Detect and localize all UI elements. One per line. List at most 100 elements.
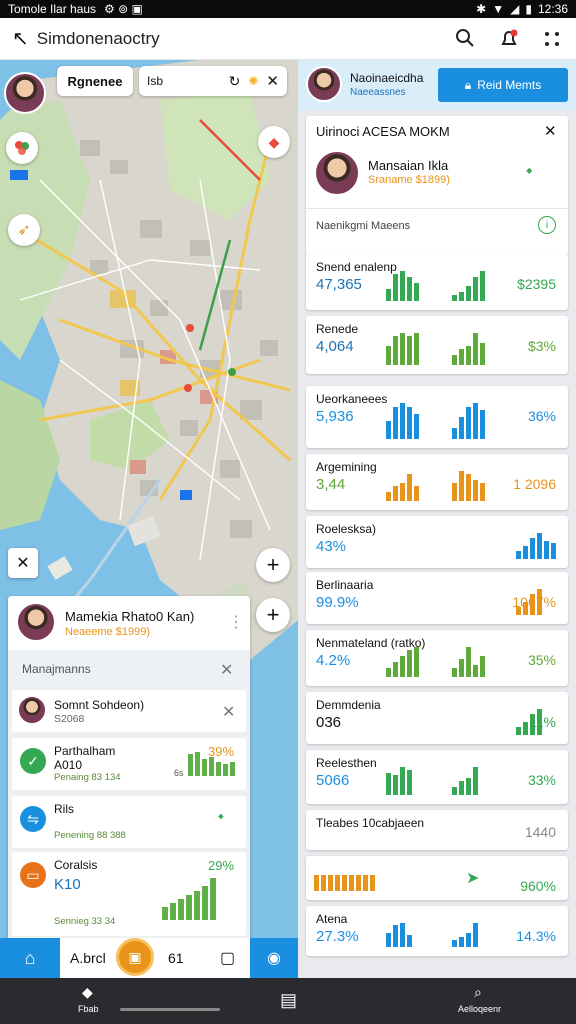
nav-diamond-icon[interactable]: ◆ xyxy=(82,984,93,1001)
home-indicator[interactable] xyxy=(120,1008,220,1011)
stat-value: 4,064 xyxy=(316,338,354,355)
nav-label[interactable]: A.brcl xyxy=(70,950,106,966)
profile-avatar xyxy=(16,602,56,642)
search-icon[interactable]: ⌕ xyxy=(474,984,482,1001)
trend-icon: ➤ xyxy=(466,870,480,887)
nav-number[interactable]: 61 xyxy=(168,950,184,966)
stat-row[interactable]: Snend enalenp 47,365 $2395 xyxy=(306,254,568,310)
search-bar[interactable]: ↖ Simdonenaoctry xyxy=(0,18,576,60)
spark-bar xyxy=(202,886,208,920)
bar xyxy=(459,659,464,677)
stat-label: Tleabes 10cabjaeen xyxy=(316,816,425,830)
square-icon[interactable]: ▢ xyxy=(220,948,235,968)
signal-icon: ◢ xyxy=(510,2,520,16)
stat-row[interactable]: Argemining 3,44 1 2096 xyxy=(306,454,568,510)
tag-icon[interactable]: ⬩ xyxy=(526,160,532,181)
home-tab[interactable]: ⌂ xyxy=(0,938,60,978)
metric-card[interactable]: ⇋ Rils Penening 88 388 ⬩ xyxy=(12,796,246,848)
section-label: Manajmanns xyxy=(22,662,91,676)
locate-button[interactable]: ✕ xyxy=(8,548,38,578)
stat-row[interactable]: Reelesthen 5066 33% xyxy=(306,750,568,804)
tag-icon[interactable]: ⬩ xyxy=(218,808,224,826)
stat-row[interactable]: 960% ➤ xyxy=(306,856,568,900)
bar xyxy=(466,778,471,795)
spark-bar xyxy=(162,907,168,920)
poi-button[interactable]: ◆ xyxy=(258,126,290,158)
metric-value: K10 xyxy=(54,876,81,893)
contact-card[interactable]: Somnt Sohdeon) S2068 ✕ xyxy=(12,690,246,732)
close-icon[interactable]: ✕ xyxy=(266,72,279,90)
header-name: Naoinaeicdha xyxy=(350,71,424,85)
stat-bars-primary xyxy=(386,271,419,301)
back-arrow-icon[interactable]: ↖ xyxy=(12,26,29,51)
layer-chip[interactable]: Rgnenee xyxy=(57,66,133,96)
map-filter-chip[interactable]: Isb ↻ ✺ ✕ xyxy=(139,66,287,96)
stat-row[interactable]: Renede 4,064 $3% xyxy=(306,316,568,374)
stat-value: 5,936 xyxy=(316,408,354,425)
bar xyxy=(400,767,405,795)
metric-icon: ✓ xyxy=(20,748,46,774)
zoom-in-button[interactable]: + xyxy=(256,548,290,582)
stat-row[interactable]: Atena 27.3% 14.3% xyxy=(306,906,568,956)
more-vert-icon[interactable]: ⋮ xyxy=(228,612,244,632)
center-action-button[interactable]: ▣ xyxy=(116,938,154,976)
bar xyxy=(414,413,419,439)
stat-row[interactable]: Berlinaaria99.9%1067% xyxy=(306,572,568,624)
bar xyxy=(544,540,549,559)
metric-card[interactable]: ▭ Coralsis K10 Sennieg 33 34 29% xyxy=(12,852,246,936)
bar xyxy=(480,271,485,301)
more-icon[interactable] xyxy=(540,28,564,50)
close-icon[interactable]: ✕ xyxy=(222,702,235,722)
notification-bell-icon[interactable] xyxy=(498,28,520,50)
header-action-button[interactable]: 🔒︎ Reid Memts xyxy=(438,68,568,102)
poi-colors-button[interactable] xyxy=(6,132,38,164)
compass-button[interactable]: ➶ xyxy=(8,214,40,246)
metric-sparkbars xyxy=(162,878,216,920)
stat-bars-primary xyxy=(386,923,412,947)
bar xyxy=(386,421,391,439)
stat-label: Berlinaaria xyxy=(316,578,374,592)
stat-label: Renede xyxy=(316,322,359,336)
status-text: Tomole Ilar haus xyxy=(8,2,97,16)
sysnav-left-label[interactable]: Fbab xyxy=(78,1004,99,1014)
metric-prefix: 6s xyxy=(174,768,184,778)
profile-card[interactable]: Mamekia Rhato0 Kan) Neaeeme $1999) ⋮ xyxy=(8,596,250,650)
clock: 12:36 xyxy=(537,2,568,16)
map-layer-tab[interactable]: ◉ xyxy=(250,938,298,978)
left-bottom-sheet[interactable]: Mamekia Rhato0 Kan) Neaeeme $1999) ⋮ Man… xyxy=(8,596,250,938)
search-icon[interactable] xyxy=(455,28,475,48)
spark-bar xyxy=(186,894,192,920)
sysnav-right-label[interactable]: Aelloqeenr xyxy=(458,1004,501,1014)
stat-pct: 1 2096 xyxy=(513,476,556,492)
info-icon[interactable]: i xyxy=(538,216,556,234)
bar xyxy=(386,668,391,677)
metric-card[interactable]: ✓ Parthalham A010 Penaing 83 134 39% 6s xyxy=(12,738,246,790)
metric-icon: ⇋ xyxy=(20,806,46,832)
contact-avatar xyxy=(18,696,46,724)
bar xyxy=(407,406,412,439)
stat-row[interactable]: Nenmateland (ratko) 4.2% 35% xyxy=(306,630,568,686)
detail-card: Uirinoci ACESA MOKM ✕ Mansaian Ikla Sran… xyxy=(306,116,568,256)
bar xyxy=(321,874,326,891)
close-icon[interactable]: ✕ xyxy=(220,660,233,680)
stat-row[interactable]: Demmdenia 036 11% xyxy=(306,692,568,744)
stat-row[interactable]: Ueorkaneees 5,936 36% xyxy=(306,386,568,448)
refresh-icon[interactable]: ↻ xyxy=(229,73,241,90)
user-avatar-map[interactable] xyxy=(4,72,46,114)
metric-sparkbars xyxy=(188,752,235,776)
bar xyxy=(452,668,457,677)
spark-bar xyxy=(194,890,200,920)
bar xyxy=(400,923,405,947)
add-location-button[interactable]: + xyxy=(256,598,290,632)
bar xyxy=(328,874,333,891)
header-avatar xyxy=(306,66,342,102)
search-input[interactable]: Simdonenaoctry xyxy=(37,29,160,49)
document-icon[interactable]: ▤ xyxy=(280,990,297,1011)
stat-bars-primary xyxy=(386,767,412,795)
close-icon[interactable]: ✕ xyxy=(544,122,557,140)
stat-row[interactable]: Roelesksa) 43% xyxy=(306,516,568,568)
stat-row[interactable]: Tleabes 10cabjaeen 1440 xyxy=(306,810,568,850)
bar xyxy=(466,647,471,677)
battery-icon: ▮ xyxy=(525,2,532,16)
notification-icons: ⚙ ⊚ ▣ xyxy=(104,2,143,16)
